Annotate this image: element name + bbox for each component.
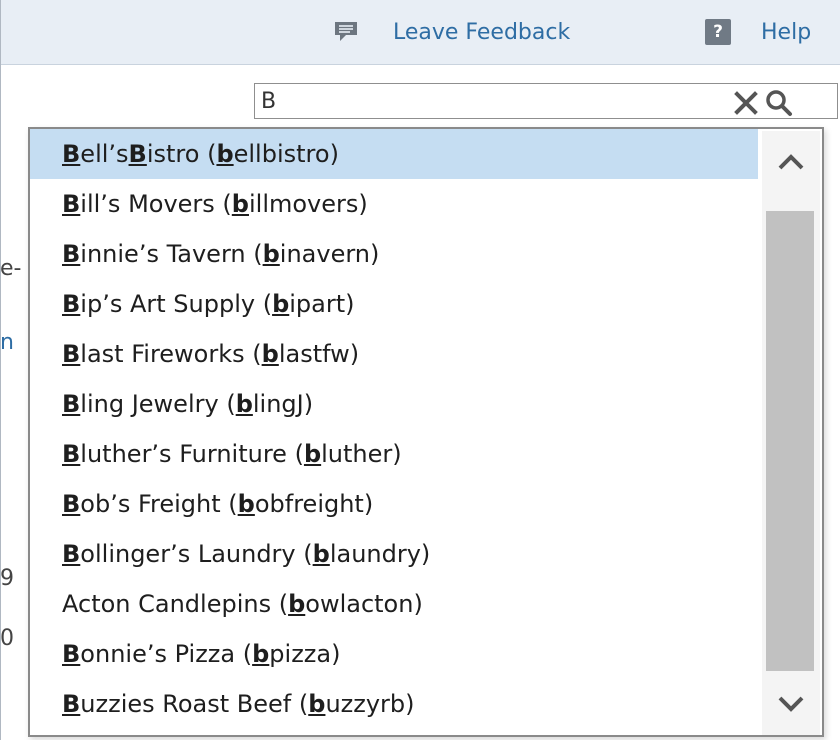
suggestion-item[interactable]: Bluther’s Furniture (b luther) bbox=[30, 429, 758, 479]
match-highlight: B bbox=[62, 540, 81, 568]
suggestion-text: onnie’s Pizza ( bbox=[80, 640, 253, 668]
match-highlight: B bbox=[62, 140, 81, 168]
match-highlight: b bbox=[237, 490, 255, 518]
suggestion-text: last Fireworks ( bbox=[80, 340, 262, 368]
suggestion-item[interactable]: Bonnie’s Pizza (b pizza) bbox=[30, 629, 758, 679]
suggestion-item[interactable]: Binnie’s Tavern (b inavern) bbox=[30, 229, 758, 279]
suggestion-item[interactable]: Bollinger’s Laundry (b laundry) bbox=[30, 529, 758, 579]
suggestion-list: Bell’s Bistro (b ellbistro) Bill’s Movers … bbox=[30, 129, 758, 729]
autocomplete-dropdown: Bell’s Bistro (b ellbistro) Bill’s Movers … bbox=[28, 127, 824, 737]
suggestion-text: uzzies Roast Beef ( bbox=[80, 690, 309, 718]
match-highlight: b bbox=[308, 690, 326, 718]
suggestion-text: pizza) bbox=[269, 640, 341, 668]
suggestion-item[interactable]: Bill’s Movers (b illmovers) bbox=[30, 179, 758, 229]
suggestion-text: ling Jewelry ( bbox=[80, 390, 236, 418]
match-highlight: b bbox=[272, 290, 290, 318]
background-text-fragment: 9 bbox=[0, 566, 14, 591]
match-highlight: b bbox=[235, 390, 253, 418]
match-highlight: b bbox=[261, 340, 279, 368]
suggestion-text: istro ( bbox=[146, 140, 217, 168]
leave-feedback-link[interactable]: Leave Feedback bbox=[333, 14, 570, 50]
match-highlight: B bbox=[62, 290, 81, 318]
suggestion-text: lastfw) bbox=[278, 340, 360, 368]
match-highlight: b bbox=[216, 140, 234, 168]
suggestion-item[interactable]: Bob’s Freight (b obfreight) bbox=[30, 479, 758, 529]
help-icon: ? bbox=[705, 19, 731, 45]
match-highlight: B bbox=[62, 690, 81, 718]
match-highlight: B bbox=[62, 640, 81, 668]
suggestion-text: owlacton) bbox=[305, 590, 423, 618]
scrollbar-thumb[interactable] bbox=[766, 211, 814, 671]
suggestion-text: illmovers) bbox=[248, 190, 368, 218]
match-highlight: B bbox=[62, 490, 81, 518]
suggestion-item[interactable]: Blast Fireworks (b lastfw) bbox=[30, 329, 758, 379]
leave-feedback-label: Leave Feedback bbox=[393, 19, 571, 45]
search-icon[interactable] bbox=[765, 89, 793, 117]
suggestion-text: ipart) bbox=[289, 290, 355, 318]
suggestion-text: inavern) bbox=[279, 240, 380, 268]
background-text-fragment: 0 bbox=[0, 626, 14, 651]
match-highlight: B bbox=[62, 440, 81, 468]
search-field bbox=[254, 83, 838, 119]
help-link[interactable]: ? Help bbox=[705, 14, 811, 50]
match-highlight: B bbox=[62, 240, 81, 268]
suggestion-text: obfreight) bbox=[254, 490, 374, 518]
match-highlight: b bbox=[262, 240, 280, 268]
match-highlight: b bbox=[303, 440, 322, 468]
scrollbar[interactable] bbox=[762, 131, 820, 735]
suggestion-text: ill’s Movers ( bbox=[80, 190, 232, 218]
help-label: Help bbox=[761, 19, 812, 45]
background-text-fragment: n bbox=[0, 330, 14, 355]
match-highlight: b bbox=[312, 540, 330, 568]
suggestion-item[interactable]: Bling Jewelry (b lingJ) bbox=[30, 379, 758, 429]
search-input[interactable] bbox=[261, 86, 711, 116]
suggestion-text: ell’s bbox=[80, 140, 129, 168]
suggestion-text: uzzyrb) bbox=[325, 690, 415, 718]
top-toolbar: Leave Feedback ? Help bbox=[0, 0, 840, 65]
background-text-fragment: e- bbox=[0, 256, 22, 281]
suggestion-item[interactable]: Bell’s Bistro (b ellbistro) bbox=[30, 129, 758, 179]
suggestion-text: ollinger’s Laundry ( bbox=[80, 540, 313, 568]
suggestion-text: luther) bbox=[321, 440, 402, 468]
chevron-up-icon[interactable] bbox=[762, 131, 820, 193]
suggestion-text: Acton Candlepins ( bbox=[62, 590, 289, 618]
match-highlight: B bbox=[128, 140, 147, 168]
suggestion-text: ip’s Art Supply ( bbox=[80, 290, 273, 318]
suggestion-item[interactable]: Buzzies Roast Beef (b uzzyrb) bbox=[30, 679, 758, 729]
suggestion-text: ob’s Freight ( bbox=[80, 490, 238, 518]
match-highlight: B bbox=[62, 190, 81, 218]
match-highlight: b bbox=[231, 190, 249, 218]
chevron-down-icon[interactable] bbox=[762, 673, 820, 735]
suggestion-text: laundry) bbox=[329, 540, 431, 568]
suggestion-text: luther’s Furniture ( bbox=[80, 440, 304, 468]
match-highlight: B bbox=[62, 390, 81, 418]
suggestion-text: lingJ) bbox=[252, 390, 314, 418]
match-highlight: b bbox=[252, 640, 270, 668]
match-highlight: B bbox=[62, 340, 81, 368]
clear-icon[interactable] bbox=[733, 90, 759, 116]
suggestion-item[interactable]: Bip’s Art Supply (b ipart) bbox=[30, 279, 758, 329]
match-highlight: b bbox=[288, 590, 306, 618]
suggestion-text: innie’s Tavern ( bbox=[80, 240, 263, 268]
speech-bubble-icon bbox=[333, 21, 359, 43]
suggestion-item[interactable]: Acton Candlepins (b owlacton) bbox=[30, 579, 758, 629]
suggestion-text: ellbistro) bbox=[233, 140, 339, 168]
